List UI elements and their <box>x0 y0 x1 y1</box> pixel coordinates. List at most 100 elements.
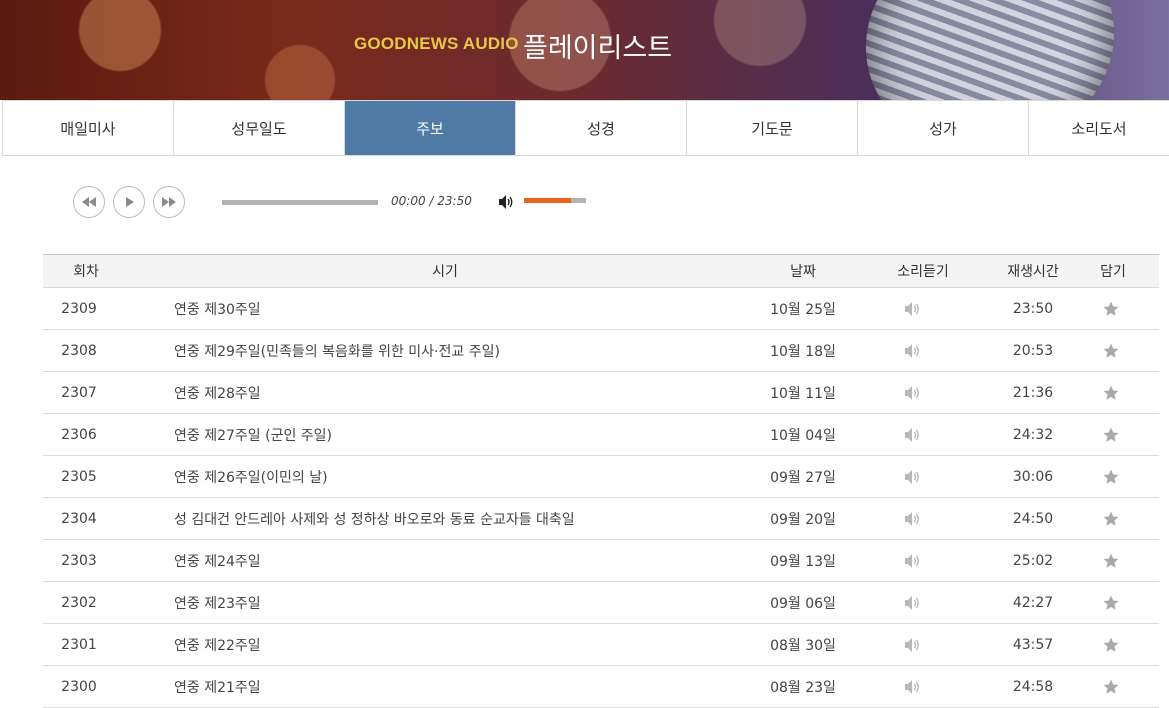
row-no: 2306 <box>61 426 97 443</box>
rewind-icon <box>82 197 96 207</box>
listen-button[interactable] <box>873 288 973 329</box>
listen-button[interactable] <box>873 624 973 665</box>
row-title[interactable]: 연중 제23주일 <box>174 582 734 623</box>
listen-button[interactable] <box>873 666 973 707</box>
star-icon <box>1103 427 1118 442</box>
row-no: 2300 <box>61 678 97 695</box>
header-no: 회차 <box>73 264 99 280</box>
row-duration: 20:53 <box>1012 342 1054 359</box>
listen-button[interactable] <box>873 582 973 623</box>
row-title[interactable]: 연중 제26주일(이민의 날) <box>174 456 734 497</box>
fast-forward-button[interactable] <box>153 186 185 218</box>
row-no: 2303 <box>61 552 97 569</box>
playlist-table: 회차 시기 날짜 소리듣기 재생시간 담기 2309 연중 제30주일 10월 25… <box>43 254 1159 708</box>
star-icon <box>1103 553 1118 568</box>
brand-logo-text: GOODNEWS AUDIO <box>354 34 519 53</box>
row-duration: 42:27 <box>1012 594 1054 611</box>
listen-button[interactable] <box>873 540 973 581</box>
microphone-image <box>840 0 1140 100</box>
row-no: 2308 <box>61 342 97 359</box>
row-duration: 30:06 <box>1012 468 1054 485</box>
row-date: 10월 18일 <box>770 343 836 360</box>
header-listen: 소리듣기 <box>897 264 949 280</box>
header-date: 날짜 <box>790 264 816 280</box>
table-row: 2309 연중 제30주일 10월 25일 23:50 <box>43 288 1159 330</box>
row-date: 10월 25일 <box>770 301 836 318</box>
add-button[interactable] <box>1073 372 1153 413</box>
add-button[interactable] <box>1073 666 1153 707</box>
page-title: 플레이리스트 <box>523 33 673 64</box>
row-duration: 21:36 <box>1012 384 1054 401</box>
add-button[interactable] <box>1073 330 1153 371</box>
star-icon <box>1103 385 1118 400</box>
row-date: 09월 20일 <box>770 511 836 528</box>
row-title[interactable]: 연중 제30주일 <box>174 288 734 329</box>
volume-slider[interactable] <box>524 198 586 203</box>
speaker-icon <box>905 385 919 400</box>
row-title[interactable]: 연중 제24주일 <box>174 540 734 581</box>
table-row: 2300 연중 제21주일 08월 23일 24:58 <box>43 666 1159 708</box>
speaker-icon <box>905 343 919 358</box>
row-duration: 24:50 <box>1012 510 1054 527</box>
tab-3[interactable]: 성경 <box>515 101 686 155</box>
star-icon <box>1103 679 1118 694</box>
star-icon <box>1103 637 1118 652</box>
row-date: 10월 04일 <box>770 427 836 444</box>
row-no: 2302 <box>61 594 97 611</box>
row-title[interactable]: 연중 제27주일 (군인 주일) <box>174 414 734 455</box>
time-display: 00:00 / 23:50 <box>391 194 472 208</box>
add-button[interactable] <box>1073 582 1153 623</box>
tab-0[interactable]: 매일미사 <box>2 101 173 155</box>
tab-2[interactable]: 주보 <box>344 101 515 155</box>
header-duration: 재생시간 <box>1007 264 1059 280</box>
speaker-icon <box>905 301 919 316</box>
row-date: 09월 13일 <box>770 553 836 570</box>
row-title[interactable]: 연중 제28주일 <box>174 372 734 413</box>
listen-button[interactable] <box>873 456 973 497</box>
category-tabs: 매일미사 성무일도 주보 성경 기도문 성가 소리도서 <box>2 100 1169 156</box>
table-row: 2308 연중 제29주일(민족들의 복음화를 위한 미사·전교 주일) 10월 1… <box>43 330 1159 372</box>
listen-button[interactable] <box>873 498 973 539</box>
table-header: 회차 시기 날짜 소리듣기 재생시간 담기 <box>43 254 1159 288</box>
row-date: 09월 27일 <box>770 469 836 486</box>
row-no: 2304 <box>61 510 97 527</box>
header-title: 시기 <box>432 264 458 280</box>
speaker-icon <box>905 679 919 694</box>
listen-button[interactable] <box>873 330 973 371</box>
speaker-icon <box>905 637 919 652</box>
row-date: 10월 11일 <box>770 385 836 402</box>
tab-4[interactable]: 기도문 <box>686 101 857 155</box>
play-icon <box>126 197 134 207</box>
play-button[interactable] <box>113 186 145 218</box>
add-button[interactable] <box>1073 498 1153 539</box>
header-banner: GOODNEWS AUDIO 플레이리스트 <box>0 0 1169 100</box>
tab-1[interactable]: 성무일도 <box>173 101 344 155</box>
add-button[interactable] <box>1073 288 1153 329</box>
add-button[interactable] <box>1073 456 1153 497</box>
row-title[interactable]: 연중 제21주일 <box>174 666 734 707</box>
row-duration: 24:58 <box>1012 678 1054 695</box>
tab-5[interactable]: 성가 <box>857 101 1028 155</box>
listen-button[interactable] <box>873 414 973 455</box>
add-button[interactable] <box>1073 540 1153 581</box>
listen-button[interactable] <box>873 372 973 413</box>
row-duration: 23:50 <box>1012 300 1054 317</box>
row-no: 2309 <box>61 300 97 317</box>
progress-bar[interactable] <box>222 200 378 205</box>
star-icon <box>1103 343 1118 358</box>
row-duration: 24:32 <box>1012 426 1054 443</box>
row-title[interactable]: 연중 제29주일(민족들의 복음화를 위한 미사·전교 주일) <box>174 330 734 371</box>
row-title[interactable]: 연중 제22주일 <box>174 624 734 665</box>
volume-icon[interactable] <box>497 193 515 211</box>
row-date: 09월 06일 <box>770 595 836 612</box>
row-title[interactable]: 성 김대건 안드레아 사제와 성 정하상 바오로와 동료 순교자들 대축일 <box>174 498 734 539</box>
rewind-button[interactable] <box>73 186 105 218</box>
add-button[interactable] <box>1073 414 1153 455</box>
row-duration: 25:02 <box>1012 552 1054 569</box>
table-row: 2307 연중 제28주일 10월 11일 21:36 <box>43 372 1159 414</box>
speaker-icon <box>905 595 919 610</box>
tab-6[interactable]: 소리도서 <box>1028 101 1169 155</box>
row-no: 2307 <box>61 384 97 401</box>
add-button[interactable] <box>1073 624 1153 665</box>
star-icon <box>1103 595 1118 610</box>
